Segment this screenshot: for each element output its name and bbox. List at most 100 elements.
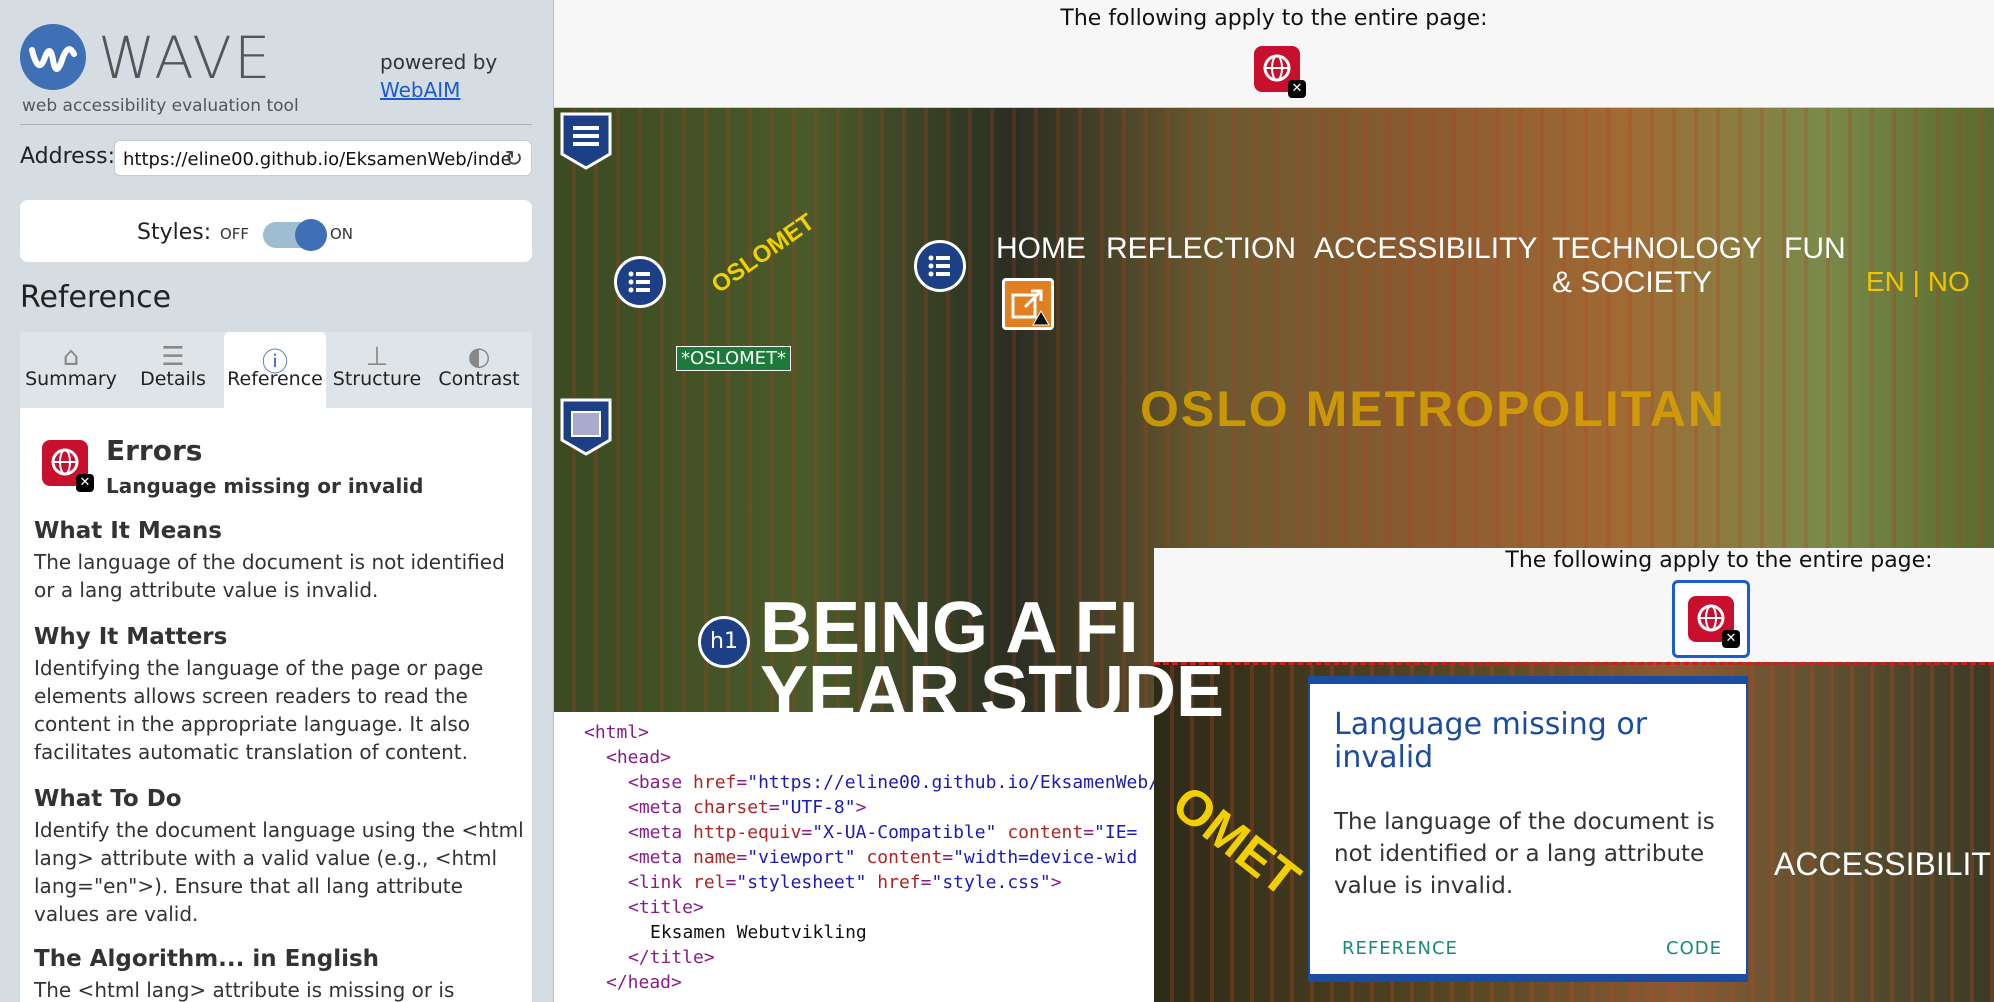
close-icon: ✕ xyxy=(76,474,94,492)
popup-code-link[interactable]: CODE xyxy=(1666,938,1722,959)
code-line: </head> xyxy=(554,970,1154,995)
selected-icon-frame[interactable]: ✕ xyxy=(1672,580,1750,658)
divider xyxy=(20,124,532,125)
styles-label: Styles: xyxy=(137,220,212,245)
tab-label: Details xyxy=(140,368,206,390)
code-token: href xyxy=(877,872,921,893)
code-token: <base xyxy=(628,772,694,793)
wave-title: WAVE xyxy=(98,24,273,92)
language-switch[interactable]: EN | NO xyxy=(1866,266,1970,298)
error-category: Errors xyxy=(106,434,203,467)
tab-reference[interactable]: ⓘ Reference xyxy=(224,332,326,408)
code-token: </head> xyxy=(606,972,682,993)
code-token: = xyxy=(801,822,813,843)
h1-icon[interactable]: h1 xyxy=(698,616,750,668)
popup-reference-link[interactable]: REFERENCE xyxy=(1342,938,1458,959)
code-token: http-equiv xyxy=(693,822,802,843)
popup-title: Language missing or invalid xyxy=(1334,707,1648,775)
tab-summary[interactable]: ⌂ Summary xyxy=(20,332,122,408)
home-icon: ⌂ xyxy=(62,342,80,372)
code-line: <meta http-equiv="X-UA-Compatible" conte… xyxy=(554,820,1154,845)
code-token: <head> xyxy=(606,747,672,768)
powered-by: powered by WebAIM xyxy=(380,48,497,104)
language-error-icon[interactable]: ✕ xyxy=(1254,46,1306,98)
section-heading: What It Means xyxy=(34,518,222,544)
code-line: <meta charset="UTF-8"> xyxy=(554,795,1154,820)
metro-title: OSLO METROPOLITAN xyxy=(1140,381,1726,437)
evaluated-page: The following apply to the entire page: … xyxy=(554,0,1994,1002)
code-token: <html> xyxy=(584,722,650,743)
code-token: </title> xyxy=(628,947,715,968)
code-line: <title> xyxy=(554,895,1154,920)
styles-on-label: ON xyxy=(330,225,354,243)
reload-icon[interactable]: ↻ xyxy=(505,147,523,172)
code-token: "IE= xyxy=(1094,822,1138,843)
list-icon[interactable] xyxy=(614,256,666,308)
address-label: Address: xyxy=(20,144,116,169)
code-token: "width=device-wid xyxy=(953,847,1138,868)
hero-heading-line: BEING A FI xyxy=(760,588,1139,668)
code-token: charset xyxy=(693,797,769,818)
code-token: rel xyxy=(693,872,726,893)
nav-technology-society[interactable]: TECHNOLOGY & SOCIETY xyxy=(1552,232,1762,300)
code-token: <link xyxy=(628,872,694,893)
code-line: <meta name="viewport" content="width=dev… xyxy=(554,845,1154,870)
code-line: </title> xyxy=(554,945,1154,970)
nav-home[interactable]: HOME xyxy=(996,232,1086,266)
close-icon: ✕ xyxy=(1722,630,1740,648)
panel-heading: Reference xyxy=(20,280,172,315)
code-line: <base href="https://eline00.github.io/Ek… xyxy=(554,770,1154,795)
code-token: = xyxy=(942,847,954,868)
close-icon: ✕ xyxy=(1288,80,1306,98)
nav-accessibility[interactable]: ACCESSIBILITY xyxy=(1314,232,1537,266)
code-token: = xyxy=(736,847,748,868)
nav-reflection[interactable]: REFLECTION xyxy=(1106,232,1296,266)
code-token: <title> xyxy=(628,897,704,918)
external-link-alert-icon[interactable] xyxy=(1002,278,1054,330)
structure-icon: ⊥ xyxy=(365,342,389,372)
styles-toggle-box: Styles: OFF ON xyxy=(20,200,532,262)
code-token: = xyxy=(725,872,737,893)
tab-label: Structure xyxy=(332,368,422,390)
styles-off-label: OFF xyxy=(220,225,250,243)
region-shield-icon[interactable] xyxy=(558,396,614,456)
section-heading: What To Do xyxy=(34,786,182,812)
reference-panel: ✕ Errors Language missing or invalid Wha… xyxy=(20,408,532,1002)
code-token: = xyxy=(1083,822,1095,843)
tab-label: Contrast xyxy=(438,368,520,390)
wave-sidebar: WAVE web accessibility evaluation tool p… xyxy=(0,0,554,1002)
tab-structure[interactable]: ⊥ Structure xyxy=(326,332,428,408)
webaim-link[interactable]: WebAIM xyxy=(380,76,497,104)
banner-text: The following apply to the entire page: xyxy=(1060,6,1488,31)
nav-accessibility-fragment: ACCESSIBILIT xyxy=(1774,846,1991,882)
toggle-knob[interactable] xyxy=(295,219,327,251)
code-view: <html> <head> <base href="https://eline00.… xyxy=(554,712,1154,1002)
styles-toggle[interactable] xyxy=(263,219,327,251)
tab-details[interactable]: ☰ Details xyxy=(122,332,224,408)
info-icon: ⓘ xyxy=(261,348,288,378)
error-name: Language missing or invalid xyxy=(106,474,424,498)
code-line: <link rel="stylesheet" href="style.css"> xyxy=(554,870,1154,895)
code-token: <meta xyxy=(628,797,694,818)
language-error-icon[interactable]: ✕ xyxy=(1688,596,1740,648)
inset-page-view: The following apply to the entire page: … xyxy=(1154,548,1994,1002)
wave-tabs: ⌂ Summary ☰ Details ⓘ Reference ⊥ Struct… xyxy=(20,332,532,408)
icon-tooltip-popup: Language missing or invalid The language… xyxy=(1308,676,1748,982)
banner-text: The following apply to the entire page: xyxy=(1505,548,1933,573)
section-heading: Why It Matters xyxy=(34,624,228,650)
logo-alt-tag: *OSLOMET* xyxy=(676,346,792,371)
region-shield-icon[interactable] xyxy=(558,110,614,170)
list-icon[interactable] xyxy=(914,240,966,292)
code-token: = xyxy=(736,772,748,793)
code-token: "UTF-8" xyxy=(779,797,856,818)
powered-by-label: powered by xyxy=(380,50,498,74)
wave-logo-icon xyxy=(20,24,86,90)
nav-fun[interactable]: FUN xyxy=(1784,232,1846,266)
tab-contrast[interactable]: ◐ Contrast xyxy=(428,332,530,408)
address-input[interactable]: https://eline00.github.io/EksamenWeb/ind… xyxy=(114,140,532,176)
address-value: https://eline00.github.io/EksamenWeb/ind… xyxy=(123,149,512,170)
tab-label: Reference xyxy=(227,368,323,390)
code-token: "stylesheet" xyxy=(736,872,867,893)
